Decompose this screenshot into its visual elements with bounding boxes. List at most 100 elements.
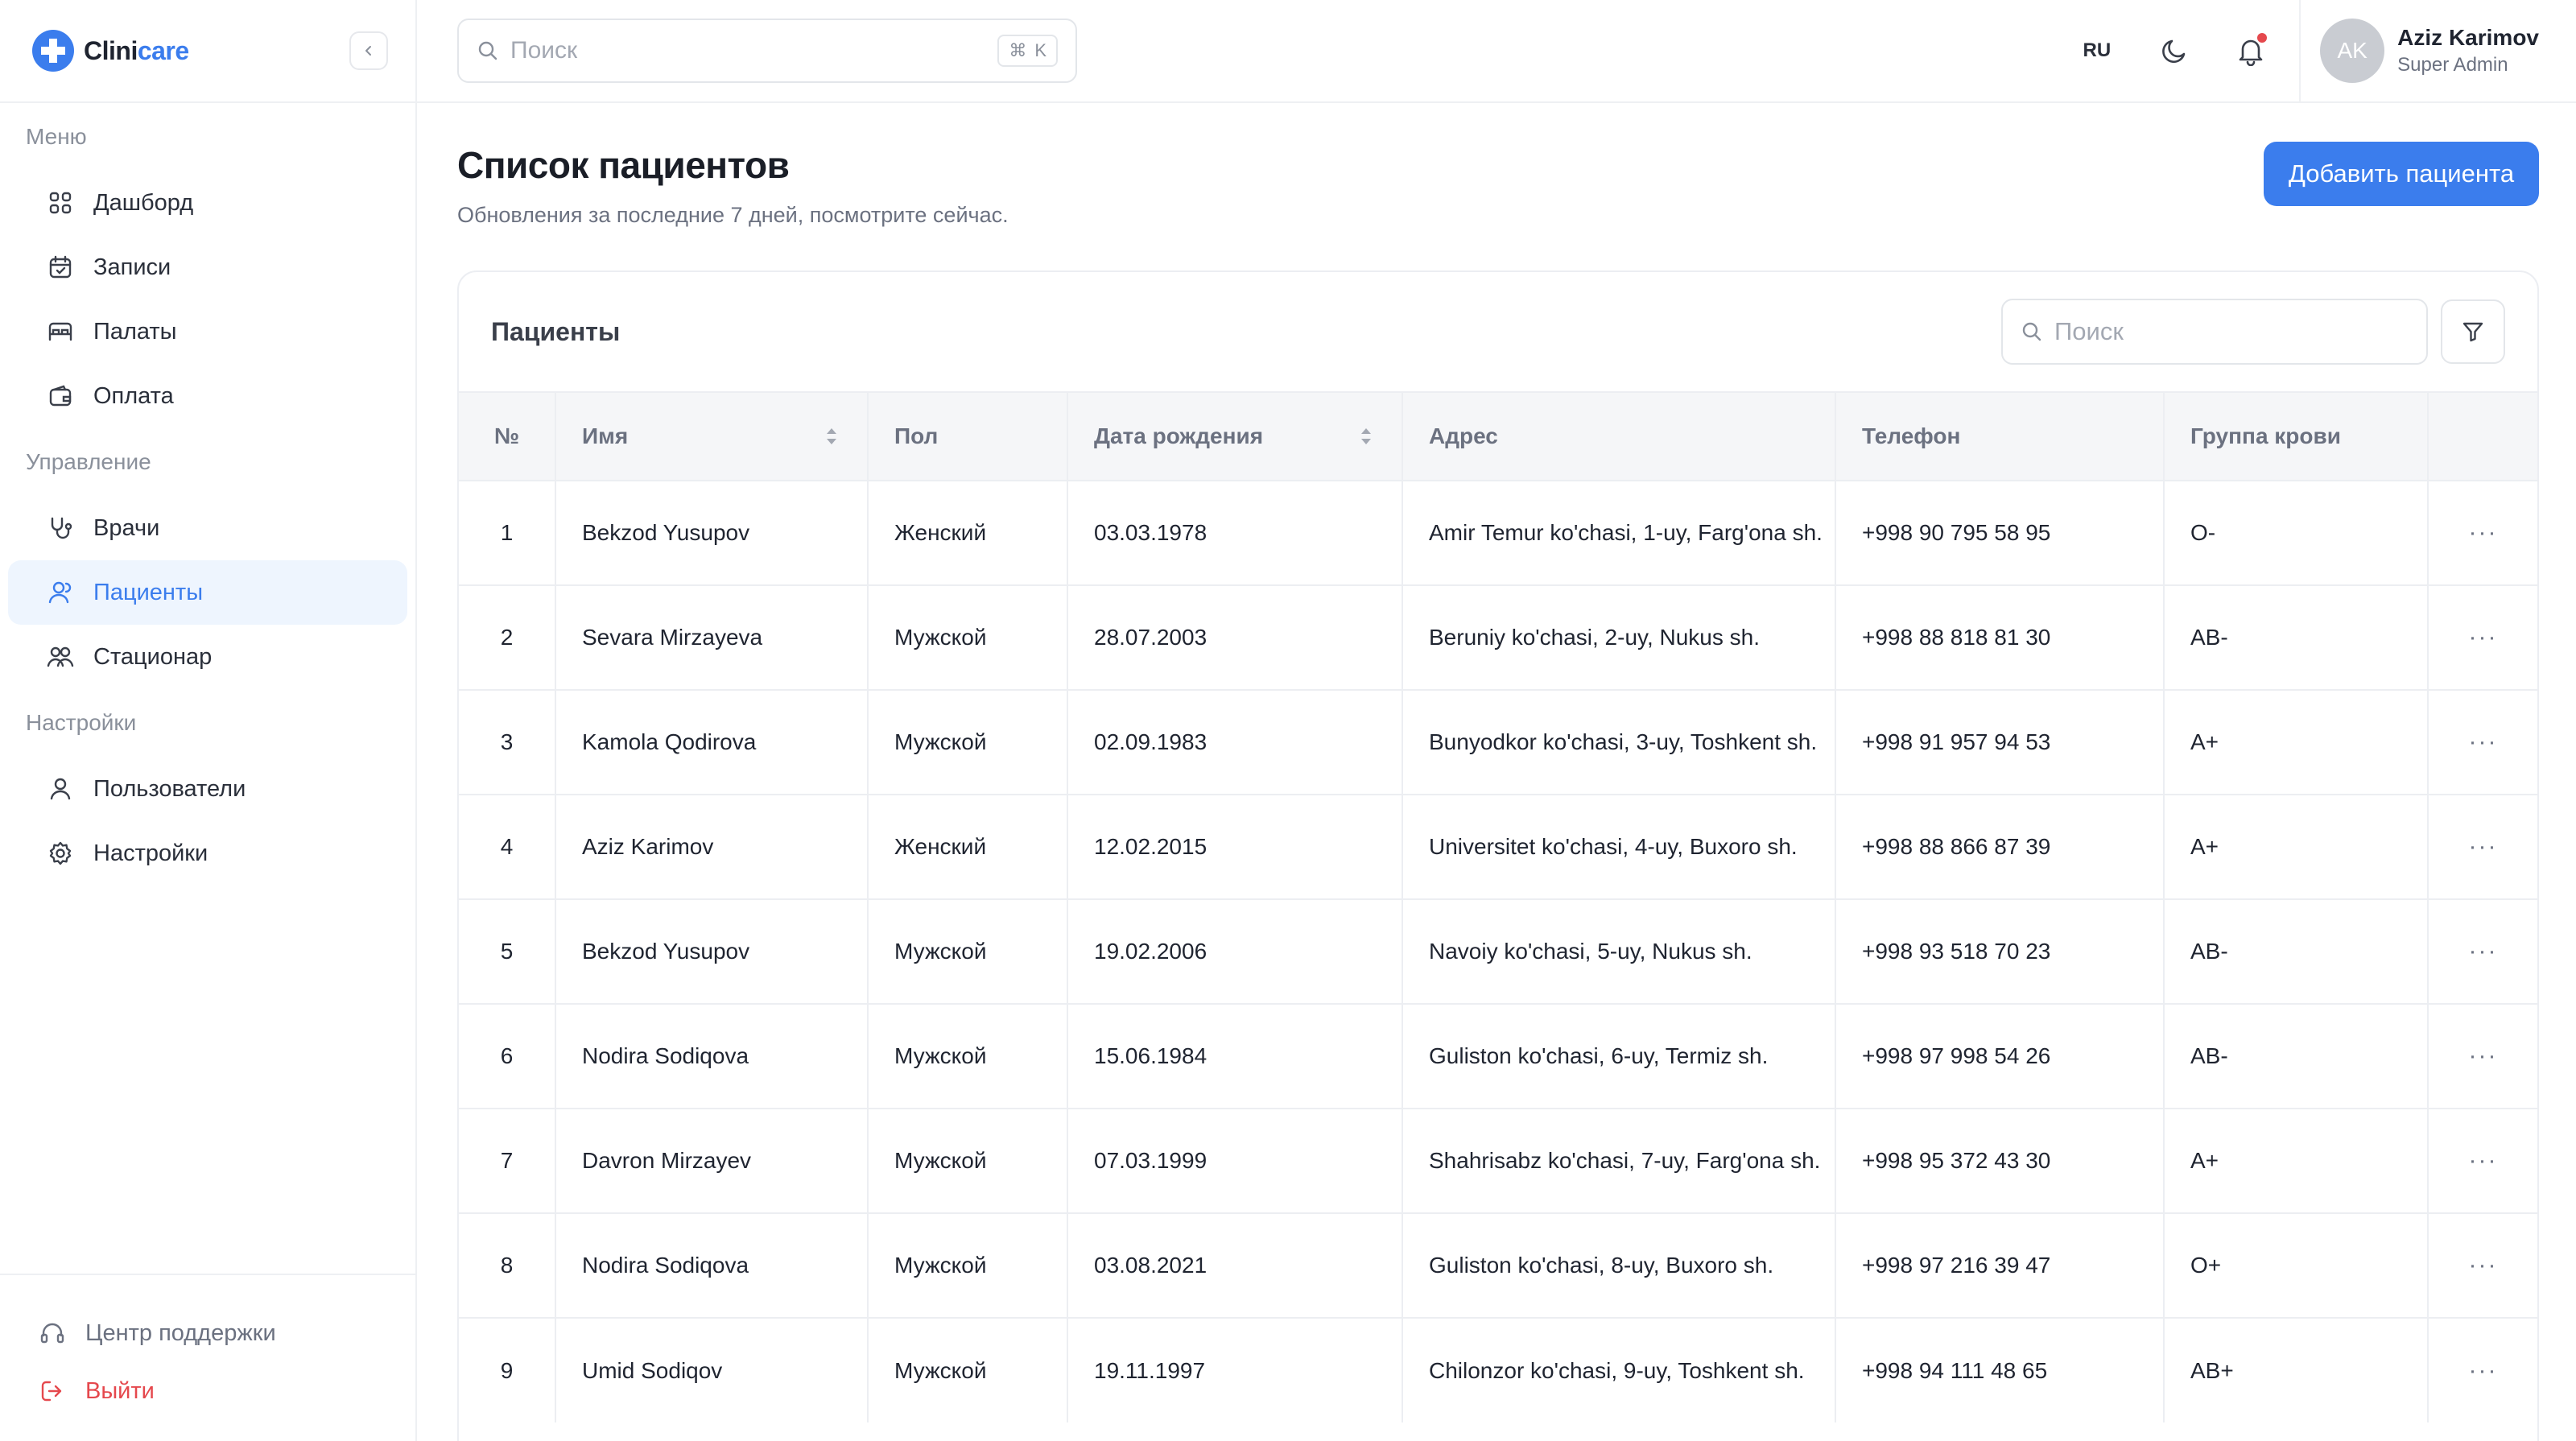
cell-phone: +998 95 372 43 30 [1835,1108,2165,1213]
row-actions-button[interactable]: ··· [2428,1317,2537,1422]
sidebar: Clinicare Меню Дашборд Записи Палаты Опл… [0,0,417,1441]
sort-icon[interactable] [1358,424,1374,448]
row-actions-button[interactable]: ··· [2428,480,2537,585]
cell-phone: +998 93 518 70 23 [1835,898,2165,1004]
sidebar-item-label: Оплата [93,382,174,409]
cell-blood: A+ [2164,1108,2429,1213]
user-info[interactable]: Aziz Karimov Super Admin [2397,25,2539,76]
row-actions-button[interactable]: ··· [2428,1212,2537,1318]
global-search-input[interactable] [510,37,987,64]
cell-dob: 28.07.2003 [1067,584,1403,690]
page-subtitle: Обновления за последние 7 дней, посмотри… [457,203,1009,227]
search-icon [2022,322,2041,341]
more-dots-icon: ··· [2468,519,2498,546]
row-actions-button[interactable]: ··· [2428,898,2537,1004]
sidebar-item-appointments[interactable]: Записи [8,235,407,299]
cell-address: Shahrisabz ko'chasi, 7-uy, Farg'ona sh. [1402,1108,1836,1213]
table-row[interactable]: 3 Kamola Qodirova Мужской 02.09.1983 Bun… [459,689,2537,795]
table-row[interactable]: 1 Bekzod Yusupov Женский 03.03.1978 Amir… [459,480,2537,585]
dark-mode-toggle[interactable] [2156,31,2194,70]
filter-icon [2462,322,2483,342]
cell-gender: Мужской [868,1212,1068,1318]
more-dots-icon: ··· [2468,1147,2498,1174]
logout-button[interactable]: Выйти [8,1362,407,1420]
sidebar-item-doctors[interactable]: Врачи [8,496,407,560]
language-switcher[interactable]: RU [2083,39,2112,62]
cell-gender: Мужской [868,1108,1068,1213]
search-shortcut: ⌘ K [997,35,1058,67]
row-actions-button[interactable]: ··· [2428,1003,2537,1109]
global-search[interactable]: ⌘ K [457,19,1077,83]
row-actions-button[interactable]: ··· [2428,584,2537,690]
gear-icon [45,838,76,869]
cell-name[interactable]: Sevara Mirzayeva [555,584,869,690]
card-header: Пациенты [459,272,2537,391]
calendar-icon [45,252,76,283]
avatar[interactable]: AK [2320,19,2385,83]
cell-name[interactable]: Aziz Karimov [555,794,869,899]
sidebar-item-inpatient[interactable]: Стационар [8,625,407,689]
logo[interactable]: Clinicare [31,28,189,73]
sidebar-footer: Центр поддержки Выйти [0,1274,415,1441]
cell-phone: +998 90 795 58 95 [1835,480,2165,585]
sidebar-item-wards[interactable]: Палаты [8,299,407,364]
row-actions-button[interactable]: ··· [2428,794,2537,899]
moon-icon [2162,39,2186,64]
cell-name[interactable]: Bekzod Yusupov [555,898,869,1004]
sidebar-item-users[interactable]: Пользователи [8,757,407,821]
collapse-sidebar-button[interactable] [349,31,388,70]
table-row[interactable]: 4 Aziz Karimov Женский 12.02.2015 Univer… [459,794,2537,899]
topbar-divider [2299,0,2301,102]
patients-card: Пациенты № Имя Пол [457,270,2539,1441]
table-row[interactable]: 2 Sevara Mirzayeva Мужской 28.07.2003 Be… [459,584,2537,690]
grid-icon [45,188,76,218]
table-search-input[interactable] [2054,317,2409,346]
cell-name[interactable]: Nodira Sodiqova [555,1003,869,1109]
cell-address: Beruniy ko'chasi, 2-uy, Nukus sh. [1402,584,1836,690]
person-icon [45,774,76,804]
cell-name[interactable]: Kamola Qodirova [555,689,869,795]
table-row[interactable]: 8 Nodira Sodiqova Мужской 03.08.2021 Gul… [459,1212,2537,1318]
sidebar-item-settings[interactable]: Настройки [8,821,407,886]
users-group-icon [45,642,76,672]
notifications-button[interactable] [2231,31,2270,70]
sidebar-item-patients[interactable]: Пациенты [8,560,407,625]
column-header-name[interactable]: Имя [555,391,869,481]
table-row[interactable]: 7 Davron Mirzayev Мужской 07.03.1999 Sha… [459,1108,2537,1213]
cell-dob: 12.02.2015 [1067,794,1403,899]
sidebar-item-label: Пациенты [93,579,204,605]
cell-name[interactable]: Bekzod Yusupov [555,480,869,585]
stethoscope-icon [45,513,76,543]
column-header-address: Адрес [1402,391,1836,481]
table-row[interactable]: 5 Bekzod Yusupov Мужской 19.02.2006 Navo… [459,898,2537,1004]
cell-num: 4 [459,794,556,899]
table-row[interactable]: 9 Umid Sodiqov Мужской 19.11.1997 Chilon… [459,1317,2537,1422]
cell-blood: A+ [2164,794,2429,899]
cell-name[interactable]: Umid Sodiqov [555,1317,869,1422]
sort-icon[interactable] [824,424,840,448]
sidebar-item-dashboard[interactable]: Дашборд [8,171,407,235]
cell-phone: +998 97 216 39 47 [1835,1212,2165,1318]
table-row[interactable]: 6 Nodira Sodiqova Мужской 15.06.1984 Gul… [459,1003,2537,1109]
row-actions-button[interactable]: ··· [2428,689,2537,795]
column-header-label: Имя [582,423,629,448]
user-role: Super Admin [2397,54,2508,76]
column-header-phone: Телефон [1835,391,2165,481]
sidebar-item-label: Стационар [93,643,213,670]
wallet-icon [45,381,76,411]
cell-num: 5 [459,898,556,1004]
add-patient-button[interactable]: Добавить пациента [2264,142,2539,206]
row-actions-button[interactable]: ··· [2428,1108,2537,1213]
sidebar-item-payment[interactable]: Оплата [8,364,407,428]
cell-name[interactable]: Nodira Sodiqova [555,1212,869,1318]
support-center-link[interactable]: Центр поддержки [8,1304,407,1362]
cell-phone: +998 97 998 54 26 [1835,1003,2165,1109]
sidebar-item-label: Палаты [93,318,177,345]
column-header-dob[interactable]: Дата рождения [1067,391,1403,481]
more-dots-icon: ··· [2468,1043,2498,1069]
cell-name[interactable]: Davron Mirzayev [555,1108,869,1213]
cell-num: 6 [459,1003,556,1109]
table-search[interactable] [2001,299,2428,365]
topbar: ⌘ K RU AK Aziz Karimov Super Admin [417,0,2576,103]
filter-button[interactable] [2441,299,2505,364]
